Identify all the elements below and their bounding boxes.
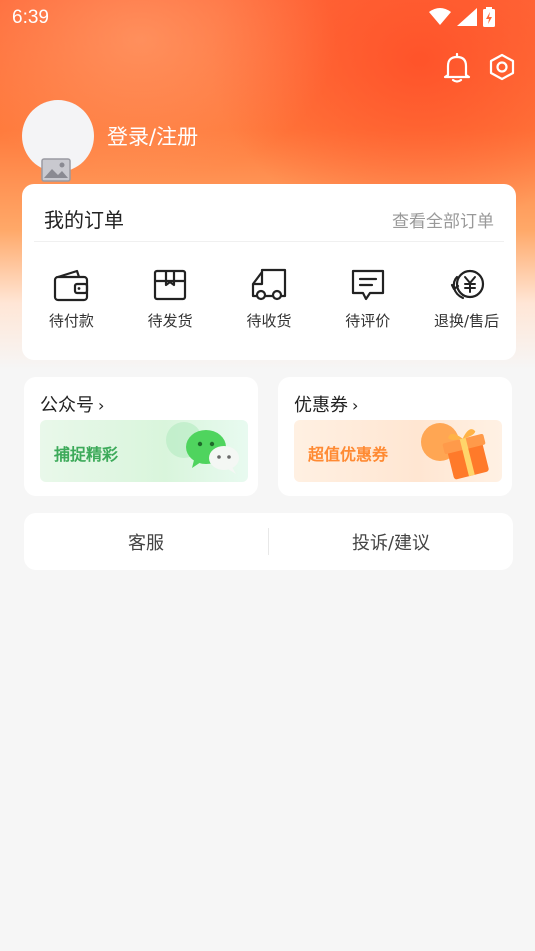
order-pending-shipment[interactable]: 待发货 bbox=[124, 268, 216, 338]
coupons-card[interactable]: 优惠券 › 超值优惠券 bbox=[278, 377, 512, 496]
settings-icon[interactable] bbox=[489, 53, 515, 81]
wechat-icon bbox=[166, 422, 239, 474]
order-label: 待评价 bbox=[345, 312, 391, 330]
official-account-banner-text: 捕捉精彩 bbox=[54, 445, 119, 464]
avatar[interactable] bbox=[22, 100, 94, 182]
bell-icon[interactable] bbox=[443, 53, 471, 83]
top-actions bbox=[443, 53, 515, 83]
official-account-card[interactable]: 公众号 › 捕捉精彩 bbox=[24, 377, 258, 496]
login-register-link[interactable]: 登录/注册 bbox=[107, 121, 198, 151]
promo-title: 优惠券 › bbox=[294, 391, 358, 417]
signal-icon bbox=[457, 8, 477, 26]
truck-icon bbox=[251, 268, 287, 301]
order-label: 待付款 bbox=[48, 312, 94, 330]
package-icon bbox=[154, 269, 187, 301]
view-all-orders-link[interactable]: 查看全部订单 bbox=[392, 207, 494, 232]
order-pending-payment[interactable]: 待付款 bbox=[25, 268, 117, 338]
orders-title: 我的订单 bbox=[44, 208, 124, 232]
gift-box-icon bbox=[421, 423, 489, 480]
order-status-row: 待付款 待发货 待收货 待评价 退换/售后 bbox=[22, 268, 516, 338]
service-card: 客服 投诉/建议 bbox=[24, 513, 513, 570]
status-icons bbox=[429, 7, 495, 27]
comment-icon bbox=[351, 269, 384, 301]
orders-card: 我的订单 查看全部订单 待付款 待发货 待收货 待评价 退换/售后 bbox=[22, 184, 516, 360]
chevron-right-icon: › bbox=[352, 396, 359, 415]
coupons-banner-text: 超值优惠券 bbox=[308, 445, 389, 464]
image-placeholder-icon bbox=[41, 158, 71, 182]
battery-icon bbox=[483, 7, 495, 27]
order-label: 待收货 bbox=[246, 312, 292, 330]
promo-title: 公众号 › bbox=[40, 391, 104, 417]
wallet-icon bbox=[54, 269, 89, 302]
wifi-icon bbox=[429, 8, 451, 25]
order-pending-review[interactable]: 待评价 bbox=[322, 268, 414, 338]
status-time: 6:39 bbox=[12, 7, 49, 28]
order-label: 退换/售后 bbox=[434, 312, 500, 330]
order-pending-receipt[interactable]: 待收货 bbox=[223, 268, 315, 338]
order-refund-aftersale[interactable]: 退换/售后 bbox=[421, 268, 513, 338]
chevron-right-icon: › bbox=[98, 396, 105, 415]
coupons-title: 优惠券 bbox=[294, 395, 348, 416]
official-account-title: 公众号 bbox=[40, 395, 94, 416]
yen-refund-icon bbox=[450, 269, 484, 300]
feedback-button[interactable]: 投诉/建议 bbox=[269, 513, 513, 570]
status-bar: 6:39 bbox=[0, 0, 535, 36]
customer-service-button[interactable]: 客服 bbox=[24, 513, 268, 570]
order-label: 待发货 bbox=[147, 312, 193, 330]
coupons-banner[interactable]: 超值优惠券 bbox=[294, 420, 502, 482]
divider bbox=[34, 241, 504, 242]
official-account-banner[interactable]: 捕捉精彩 bbox=[40, 420, 248, 482]
